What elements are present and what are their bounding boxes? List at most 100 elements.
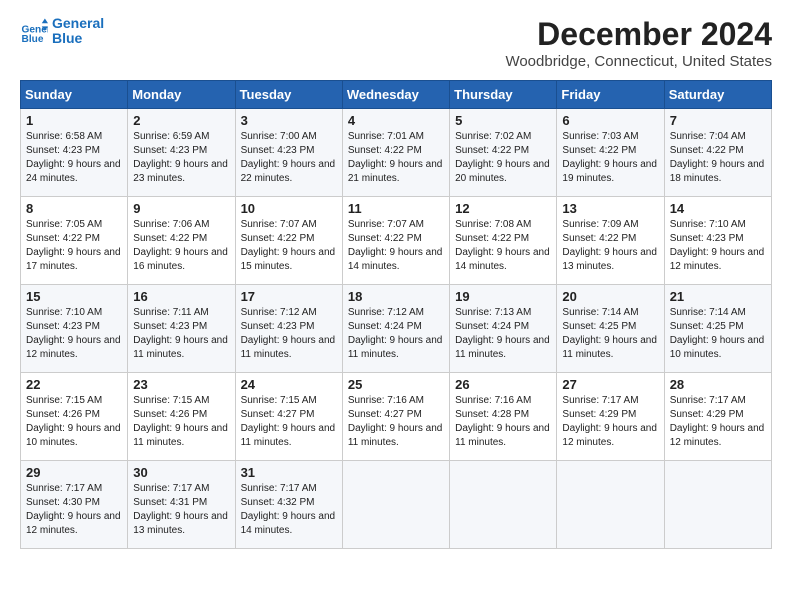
day-info: Sunrise: 7:16 AMSunset: 4:27 PMDaylight:… [348, 394, 444, 450]
day-number: 21 [670, 289, 766, 304]
day-cell-11: 11 Sunrise: 7:07 AMSunset: 4:22 PMDaylig… [342, 197, 449, 285]
day-cell-27: 27 Sunrise: 7:17 AMSunset: 4:29 PMDaylig… [557, 373, 664, 461]
day-cell-22: 22 Sunrise: 7:15 AMSunset: 4:26 PMDaylig… [21, 373, 128, 461]
day-number: 16 [133, 289, 229, 304]
day-cell-21: 21 Sunrise: 7:14 AMSunset: 4:25 PMDaylig… [664, 285, 771, 373]
day-number: 29 [26, 465, 122, 480]
day-info: Sunrise: 7:17 AMSunset: 4:31 PMDaylight:… [133, 482, 229, 538]
day-cell-9: 9 Sunrise: 7:06 AMSunset: 4:22 PMDayligh… [128, 197, 235, 285]
week-row-3: 15 Sunrise: 7:10 AMSunset: 4:23 PMDaylig… [21, 285, 772, 373]
day-info: Sunrise: 7:02 AMSunset: 4:22 PMDaylight:… [455, 130, 551, 186]
header: General Blue General Blue December 2024 … [20, 16, 772, 70]
day-number: 3 [241, 113, 337, 128]
day-cell-15: 15 Sunrise: 7:10 AMSunset: 4:23 PMDaylig… [21, 285, 128, 373]
day-number: 9 [133, 201, 229, 216]
calendar-table: SundayMondayTuesdayWednesdayThursdayFrid… [20, 80, 772, 549]
day-info: Sunrise: 7:12 AMSunset: 4:24 PMDaylight:… [348, 306, 444, 362]
week-row-1: 1 Sunrise: 6:58 AMSunset: 4:23 PMDayligh… [21, 109, 772, 197]
week-row-5: 29 Sunrise: 7:17 AMSunset: 4:30 PMDaylig… [21, 461, 772, 549]
day-info: Sunrise: 7:14 AMSunset: 4:25 PMDaylight:… [562, 306, 658, 362]
day-cell-13: 13 Sunrise: 7:09 AMSunset: 4:22 PMDaylig… [557, 197, 664, 285]
day-info: Sunrise: 6:58 AMSunset: 4:23 PMDaylight:… [26, 130, 122, 186]
day-info: Sunrise: 7:17 AMSunset: 4:29 PMDaylight:… [562, 394, 658, 450]
day-header-sunday: Sunday [21, 81, 128, 109]
days-header-row: SundayMondayTuesdayWednesdayThursdayFrid… [21, 81, 772, 109]
day-number: 28 [670, 377, 766, 392]
empty-cell [342, 461, 449, 549]
day-info: Sunrise: 7:11 AMSunset: 4:23 PMDaylight:… [133, 306, 229, 362]
day-info: Sunrise: 7:16 AMSunset: 4:28 PMDaylight:… [455, 394, 551, 450]
day-number: 13 [562, 201, 658, 216]
day-cell-18: 18 Sunrise: 7:12 AMSunset: 4:24 PMDaylig… [342, 285, 449, 373]
day-number: 2 [133, 113, 229, 128]
day-number: 26 [455, 377, 551, 392]
day-cell-20: 20 Sunrise: 7:14 AMSunset: 4:25 PMDaylig… [557, 285, 664, 373]
day-header-thursday: Thursday [450, 81, 557, 109]
day-cell-2: 2 Sunrise: 6:59 AMSunset: 4:23 PMDayligh… [128, 109, 235, 197]
day-cell-8: 8 Sunrise: 7:05 AMSunset: 4:22 PMDayligh… [21, 197, 128, 285]
day-number: 11 [348, 201, 444, 216]
day-info: Sunrise: 7:13 AMSunset: 4:24 PMDaylight:… [455, 306, 551, 362]
day-cell-7: 7 Sunrise: 7:04 AMSunset: 4:22 PMDayligh… [664, 109, 771, 197]
svg-text:Blue: Blue [22, 34, 44, 45]
day-info: Sunrise: 7:15 AMSunset: 4:27 PMDaylight:… [241, 394, 337, 450]
day-info: Sunrise: 7:17 AMSunset: 4:32 PMDaylight:… [241, 482, 337, 538]
day-cell-12: 12 Sunrise: 7:08 AMSunset: 4:22 PMDaylig… [450, 197, 557, 285]
title-area: December 2024 Woodbridge, Connecticut, U… [505, 16, 772, 70]
day-info: Sunrise: 7:09 AMSunset: 4:22 PMDaylight:… [562, 218, 658, 274]
day-cell-6: 6 Sunrise: 7:03 AMSunset: 4:22 PMDayligh… [557, 109, 664, 197]
empty-cell [557, 461, 664, 549]
day-cell-14: 14 Sunrise: 7:10 AMSunset: 4:23 PMDaylig… [664, 197, 771, 285]
day-number: 19 [455, 289, 551, 304]
day-cell-3: 3 Sunrise: 7:00 AMSunset: 4:23 PMDayligh… [235, 109, 342, 197]
day-number: 25 [348, 377, 444, 392]
day-header-saturday: Saturday [664, 81, 771, 109]
day-number: 1 [26, 113, 122, 128]
day-cell-10: 10 Sunrise: 7:07 AMSunset: 4:22 PMDaylig… [235, 197, 342, 285]
day-info: Sunrise: 7:10 AMSunset: 4:23 PMDaylight:… [26, 306, 122, 362]
day-info: Sunrise: 7:08 AMSunset: 4:22 PMDaylight:… [455, 218, 551, 274]
day-info: Sunrise: 7:17 AMSunset: 4:29 PMDaylight:… [670, 394, 766, 450]
day-number: 8 [26, 201, 122, 216]
day-info: Sunrise: 7:12 AMSunset: 4:23 PMDaylight:… [241, 306, 337, 362]
day-cell-16: 16 Sunrise: 7:11 AMSunset: 4:23 PMDaylig… [128, 285, 235, 373]
day-number: 10 [241, 201, 337, 216]
day-number: 23 [133, 377, 229, 392]
day-info: Sunrise: 7:01 AMSunset: 4:22 PMDaylight:… [348, 130, 444, 186]
day-info: Sunrise: 7:15 AMSunset: 4:26 PMDaylight:… [133, 394, 229, 450]
day-header-wednesday: Wednesday [342, 81, 449, 109]
day-info: Sunrise: 6:59 AMSunset: 4:23 PMDaylight:… [133, 130, 229, 186]
calendar-title: December 2024 [505, 16, 772, 53]
day-cell-31: 31 Sunrise: 7:17 AMSunset: 4:32 PMDaylig… [235, 461, 342, 549]
day-info: Sunrise: 7:07 AMSunset: 4:22 PMDaylight:… [241, 218, 337, 274]
day-number: 31 [241, 465, 337, 480]
day-info: Sunrise: 7:00 AMSunset: 4:23 PMDaylight:… [241, 130, 337, 186]
day-number: 24 [241, 377, 337, 392]
day-cell-24: 24 Sunrise: 7:15 AMSunset: 4:27 PMDaylig… [235, 373, 342, 461]
day-header-monday: Monday [128, 81, 235, 109]
day-cell-25: 25 Sunrise: 7:16 AMSunset: 4:27 PMDaylig… [342, 373, 449, 461]
day-number: 15 [26, 289, 122, 304]
day-info: Sunrise: 7:03 AMSunset: 4:22 PMDaylight:… [562, 130, 658, 186]
day-number: 18 [348, 289, 444, 304]
day-cell-1: 1 Sunrise: 6:58 AMSunset: 4:23 PMDayligh… [21, 109, 128, 197]
day-info: Sunrise: 7:07 AMSunset: 4:22 PMDaylight:… [348, 218, 444, 274]
calendar-subtitle: Woodbridge, Connecticut, United States [505, 53, 772, 70]
empty-cell [664, 461, 771, 549]
day-info: Sunrise: 7:05 AMSunset: 4:22 PMDaylight:… [26, 218, 122, 274]
day-number: 14 [670, 201, 766, 216]
day-header-friday: Friday [557, 81, 664, 109]
day-number: 27 [562, 377, 658, 392]
day-number: 5 [455, 113, 551, 128]
logo: General Blue General Blue [20, 16, 104, 47]
day-number: 4 [348, 113, 444, 128]
logo-text-line2: Blue [52, 31, 104, 46]
day-info: Sunrise: 7:10 AMSunset: 4:23 PMDaylight:… [670, 218, 766, 274]
day-cell-23: 23 Sunrise: 7:15 AMSunset: 4:26 PMDaylig… [128, 373, 235, 461]
day-number: 12 [455, 201, 551, 216]
day-cell-26: 26 Sunrise: 7:16 AMSunset: 4:28 PMDaylig… [450, 373, 557, 461]
day-number: 6 [562, 113, 658, 128]
day-number: 17 [241, 289, 337, 304]
day-info: Sunrise: 7:15 AMSunset: 4:26 PMDaylight:… [26, 394, 122, 450]
day-cell-4: 4 Sunrise: 7:01 AMSunset: 4:22 PMDayligh… [342, 109, 449, 197]
